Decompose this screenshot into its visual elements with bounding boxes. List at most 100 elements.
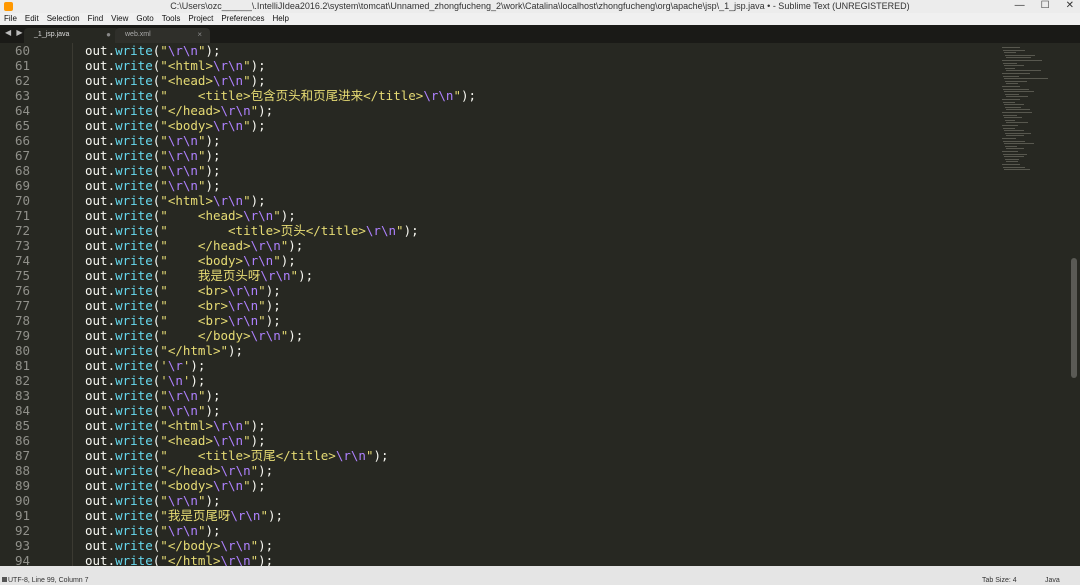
code-text: out.write(" <title>包含页头和页尾进来</title>\r\n… [85,88,477,103]
line-number: 74 [14,253,30,268]
line-number: 61 [14,58,30,73]
line-number: 84 [14,403,30,418]
code-text: out.write("\r\n"); [85,493,221,508]
line-number: 88 [14,463,30,478]
minimap-line [1004,143,1034,145]
panel-toggle-icon[interactable] [2,577,7,582]
minimap-line [1002,73,1030,74]
minimap-line [1004,65,1024,67]
line-number: 82 [14,373,30,388]
code-text: out.write("</body>\r\n"); [85,538,274,553]
line-number: 62 [14,73,30,88]
window-controls: — ☐ ✕ [1015,0,1074,11]
unsaved-dot-icon[interactable]: ● [106,30,111,39]
tab-size-indicator[interactable]: Tab Size: 4 [982,577,1017,584]
code-text: out.write("\r\n"); [85,388,221,403]
minimap-line [1006,70,1041,72]
menu-goto[interactable]: Goto [132,13,157,25]
tab-next-icon[interactable]: ▶ [16,28,22,37]
minimap-line [1002,112,1032,113]
status-bar: UTF-8, Line 99, Column 7 Tab Size: 4 Jav… [0,566,1080,585]
line-number: 83 [14,388,30,403]
minimap-line [1006,135,1024,137]
minimap-line [1005,106,1021,108]
code-text: out.write("<head>\r\n"); [85,433,266,448]
line-number: 77 [14,298,30,313]
minimap-line [1003,153,1027,155]
minimap-line [1005,119,1015,121]
line-number: 63 [14,88,30,103]
code-text: out.write("<body>\r\n"); [85,118,266,133]
code-text: out.write("<html>\r\n"); [85,193,266,208]
tab-1-jsp-java[interactable]: _1_jsp.java ● [24,28,119,43]
minimap-line [1003,62,1017,64]
minimap-line [1003,140,1025,142]
code-text: out.write(" 我是页头呀\r\n"); [85,268,314,283]
menu-preferences[interactable]: Preferences [217,13,268,25]
minimap-line [1005,93,1019,95]
line-number: 73 [14,238,30,253]
tab-web-xml[interactable]: web.xml × [115,28,210,43]
minimap-line [1002,86,1020,87]
code-editor[interactable]: 60 out.write("\r\n"); 61 out.write("<html>\… [0,43,998,566]
menu-project[interactable]: Project [184,13,217,25]
minimap-line [1006,57,1031,59]
line-number: 70 [14,193,30,208]
window-title: C:\Users\ozc______\.IntelliJIdea2016.2\s… [170,1,910,11]
line-number: 86 [14,433,30,448]
line-number: 78 [14,313,30,328]
minimap-line [1003,88,1029,90]
menu-file[interactable]: File [0,13,21,25]
line-number: 67 [14,148,30,163]
tab-navigation: ◀ ▶ [5,28,26,37]
menu-edit[interactable]: Edit [21,13,43,25]
code-text: out.write(" <head>\r\n"); [85,208,296,223]
minimap-line [1006,109,1030,111]
line-number: 91 [14,508,30,523]
maximize-button[interactable]: ☐ [1041,0,1050,11]
line-number: 90 [14,493,30,508]
scrollbar-thumb[interactable] [1071,258,1077,378]
code-text: out.write("</head>\r\n"); [85,103,274,118]
tab-prev-icon[interactable]: ◀ [5,28,11,37]
close-button[interactable]: ✕ [1066,0,1074,11]
menu-selection[interactable]: Selection [43,13,84,25]
menu-find[interactable]: Find [84,13,108,25]
syntax-indicator[interactable]: Java [1045,577,1060,584]
minimap-line [1003,101,1015,103]
minimap[interactable] [998,43,1068,566]
minimap-line [1004,130,1024,132]
code-text: out.write(" </head>\r\n"); [85,238,304,253]
minimap-line [1006,96,1028,98]
minimap-line [1003,49,1025,51]
line-number: 60 [14,43,30,58]
minimap-line [1002,151,1018,152]
code-text: out.write("\r\n"); [85,43,221,58]
code-text: out.write(" <br>\r\n"); [85,283,281,298]
vertical-scrollbar[interactable] [1068,43,1080,566]
minimap-line [1005,80,1027,82]
line-number: 93 [14,538,30,553]
code-text: out.write(" <br>\r\n"); [85,298,281,313]
code-text: out.write('\n'); [85,373,206,388]
line-number: 64 [14,103,30,118]
line-number: 75 [14,268,30,283]
menu-tools[interactable]: Tools [158,13,185,25]
close-tab-icon[interactable]: × [197,30,202,39]
line-number: 65 [14,118,30,133]
title-bar: C:\Users\ozc______\.IntelliJIdea2016.2\s… [0,0,1080,13]
minimap-line [1002,47,1020,48]
menu-help[interactable]: Help [268,13,292,25]
code-text: out.write("<body>\r\n"); [85,478,266,493]
minimap-line [1003,75,1019,77]
line-number: 68 [14,163,30,178]
code-text: out.write(" <title>页头</title>\r\n"); [85,223,419,238]
code-text: out.write('\r'); [85,358,206,373]
line-number: 92 [14,523,30,538]
minimap-line [1004,104,1024,106]
line-number: 94 [14,553,30,566]
minimap-line [1006,122,1028,124]
minimize-button[interactable]: — [1015,0,1025,11]
code-text: out.write("</html>"); [85,343,244,358]
menu-view[interactable]: View [107,13,132,25]
